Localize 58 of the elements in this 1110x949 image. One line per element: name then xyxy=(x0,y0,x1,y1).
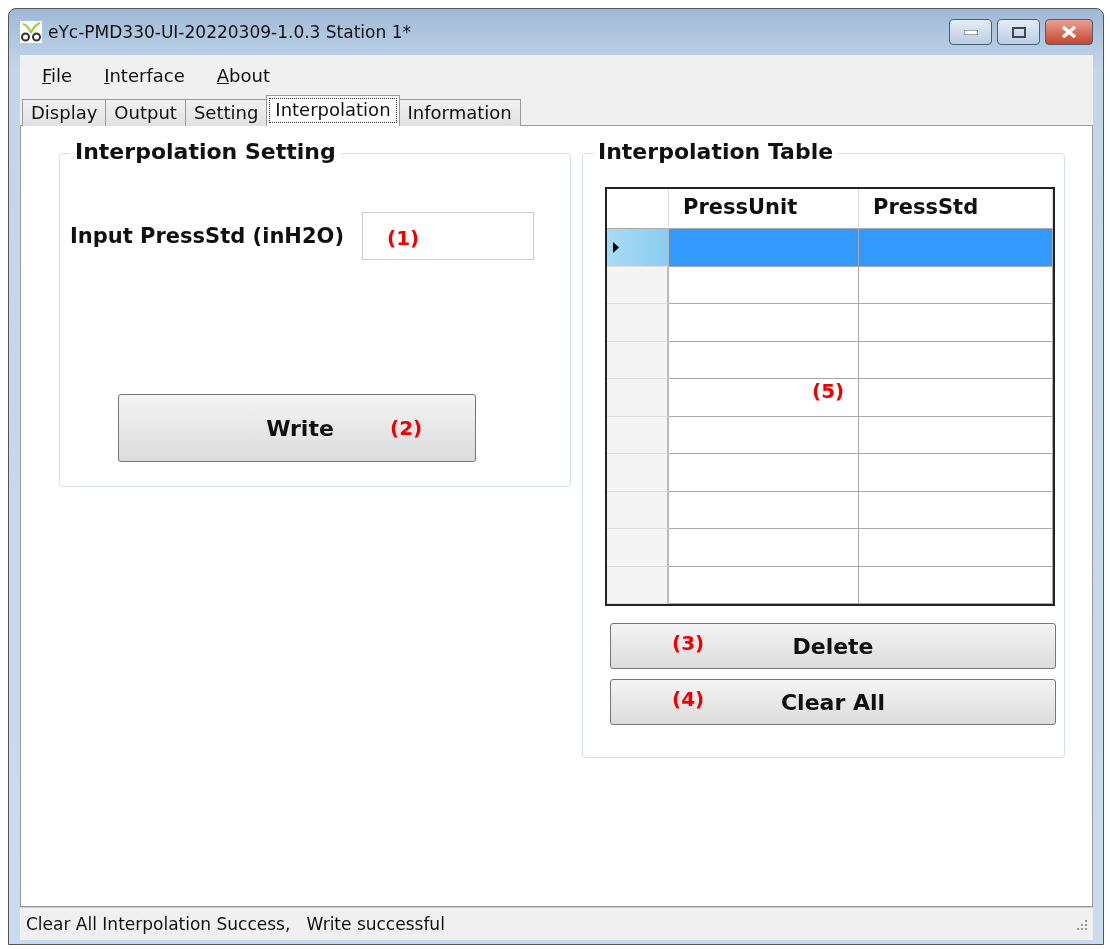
table-cell[interactable] xyxy=(859,416,1053,454)
tab[interactable]: Setting xyxy=(184,99,268,126)
tab[interactable]: Display xyxy=(22,99,107,126)
menu-item[interactable]: File xyxy=(28,64,87,86)
current-row-icon xyxy=(613,241,619,253)
table-cell[interactable] xyxy=(859,454,1053,492)
row-header[interactable] xyxy=(607,529,669,567)
minimize-icon xyxy=(963,29,978,35)
table-cell[interactable] xyxy=(859,529,1053,567)
resize-grip-icon[interactable] xyxy=(1075,918,1087,930)
table-cell[interactable] xyxy=(859,379,1053,417)
table-cell[interactable] xyxy=(669,416,859,454)
table-cell[interactable] xyxy=(859,304,1053,342)
table-cell[interactable] xyxy=(669,566,859,604)
table-cell[interactable] xyxy=(669,229,859,267)
maximize-button[interactable] xyxy=(997,19,1040,45)
table-cell[interactable] xyxy=(669,491,859,529)
input-field[interactable] xyxy=(362,212,534,260)
maximize-icon xyxy=(1011,26,1026,38)
menu-item[interactable]: Interface xyxy=(90,64,199,86)
column-header[interactable]: PressStd xyxy=(859,189,1053,229)
row-header[interactable] xyxy=(607,416,669,454)
table-cell[interactable] xyxy=(859,341,1053,379)
table-cell[interactable] xyxy=(669,304,859,342)
minimize-button[interactable] xyxy=(949,19,992,45)
annotation-label: (4) xyxy=(672,687,705,711)
row-header[interactable] xyxy=(607,341,669,379)
table-cell[interactable] xyxy=(859,229,1053,267)
tab[interactable]: Interpolation xyxy=(266,95,400,126)
annotation-label: (2) xyxy=(390,416,423,440)
window-title: eYc-PMD330-UI-20220309-1.0.3 Station 1* xyxy=(48,22,411,42)
table-cell[interactable] xyxy=(669,379,859,417)
app-logo-icon xyxy=(20,21,42,43)
close-icon xyxy=(1061,26,1077,38)
row-header[interactable] xyxy=(607,454,669,492)
status-text: Clear All Interpolation Success, Write successful xyxy=(26,914,445,934)
row-header[interactable] xyxy=(607,229,669,267)
table-cell[interactable] xyxy=(859,266,1053,304)
column-header[interactable]: PressUnit xyxy=(669,189,859,229)
row-header[interactable] xyxy=(607,379,669,417)
row-header[interactable] xyxy=(607,266,669,304)
table-cell[interactable] xyxy=(859,566,1053,604)
tab[interactable]: Output xyxy=(105,99,186,126)
row-header[interactable] xyxy=(607,566,669,604)
row-header[interactable] xyxy=(607,304,669,342)
annotation-label: (3) xyxy=(672,631,705,655)
table-cell[interactable] xyxy=(669,454,859,492)
annotation-label: (1) xyxy=(387,226,420,250)
table-cell[interactable] xyxy=(669,341,859,379)
tab[interactable]: Information xyxy=(398,99,521,126)
table-cell[interactable] xyxy=(669,529,859,567)
field-label: Input PressStd (inH2O) xyxy=(70,224,344,248)
close-button[interactable] xyxy=(1045,19,1093,45)
menu-item[interactable]: About xyxy=(202,64,284,86)
row-header[interactable] xyxy=(607,491,669,529)
table-cell[interactable] xyxy=(669,266,859,304)
annotation-label: (5) xyxy=(812,379,845,403)
table-cell[interactable] xyxy=(859,491,1053,529)
